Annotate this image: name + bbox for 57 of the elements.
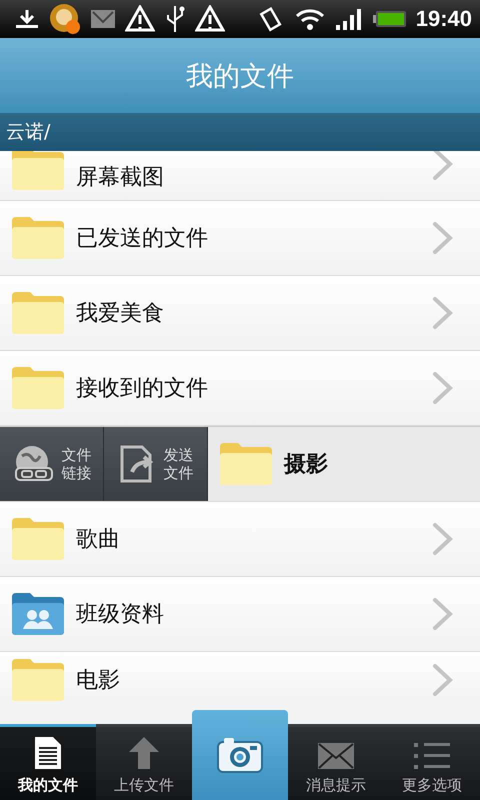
folder-icon [10,365,66,411]
clock: 19:40 [416,6,472,32]
folder-row[interactable]: 歌曲 [0,502,480,577]
action-button[interactable]: 发送 文件 [104,427,208,501]
mail-icon [90,9,116,29]
signal-icon [335,7,363,31]
chevron-icon [432,151,454,181]
page-title: 我的文件 [186,60,294,94]
chevron-icon [432,296,454,330]
breadcrumb-path: 云诺/ [6,120,50,145]
action-label: 文件 [164,464,194,482]
folder-name: 已发送的文件 [76,225,209,253]
envelope-icon [317,742,355,770]
folder-row[interactable]: 我爱美食 [0,276,480,351]
folder-icon [10,516,66,562]
chevron-icon [432,662,454,696]
folder-name: 接收到的文件 [76,375,209,403]
warning-icon [125,5,155,33]
chevron-icon [432,221,454,255]
download-icon [14,8,40,30]
folder-name: 摄影 [284,451,329,479]
list-icon [414,742,450,770]
battery-icon [372,9,408,29]
folder-row[interactable]: 已发送的文件 [0,201,480,276]
folder-icon [10,290,66,336]
chevron-icon [432,597,454,631]
folder-row[interactable]: 班级资料 [0,577,480,652]
folder-name: 我爱美食 [76,300,165,328]
folder-icon [10,215,66,261]
action-label: 发送 [164,446,194,464]
action-button[interactable]: 文件 链接 [0,427,104,501]
folder-icon [10,656,66,702]
chevron-icon [432,371,454,405]
folder-name: 电影 [76,666,121,694]
camera-icon [216,736,264,774]
folder-name: 歌曲 [76,526,121,554]
chevron-icon [432,522,454,556]
app-icon [49,3,81,35]
action-label: 文件 [62,446,92,464]
folder-icon [10,151,66,192]
tab[interactable]: 消息提示 [288,724,384,800]
warning-icon [195,5,225,33]
folder-name: 屏幕截图 [76,164,165,192]
tab[interactable]: 更多选项 [384,724,480,800]
folder-name: 班级资料 [76,601,165,629]
usb-icon [164,4,186,34]
folder-row[interactable]: 屏幕截图 [0,151,480,201]
up-arrow-icon [128,736,160,770]
tab[interactable]: 我的文件 [0,724,96,800]
shared-folder-icon [10,591,66,637]
action-label: 链接 [62,464,92,482]
document-icon [34,736,62,770]
folder-icon [218,441,274,487]
folder-row[interactable]: 接收到的文件 [0,351,480,426]
camera-button[interactable] [192,710,288,800]
folder-row[interactable]: 文件 链接 发送 文件 摄影 [0,426,480,502]
tab[interactable]: 上传文件 [96,724,192,800]
